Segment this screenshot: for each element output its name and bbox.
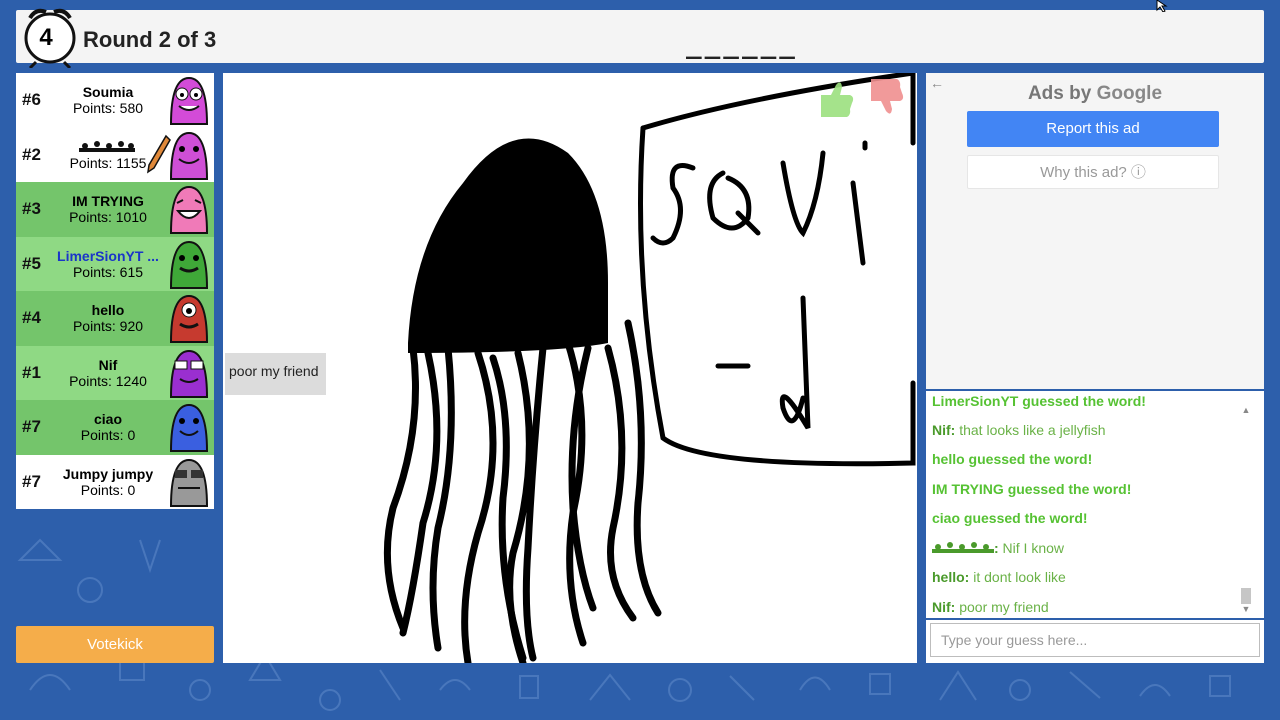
player-name: ciao <box>93 411 122 427</box>
ads-title-prefix: Ads by <box>1027 83 1097 104</box>
drawing-canvas[interactable] <box>223 70 917 667</box>
player-rank: #1 <box>22 362 41 382</box>
avatar <box>169 185 209 234</box>
player-row[interactable]: #1 Nif Points: 1240 <box>16 345 214 400</box>
scroll-down-icon[interactable]: ▼ <box>1240 604 1252 614</box>
ads-title: Ads by Google <box>926 83 1264 105</box>
avatar <box>169 240 209 289</box>
player-list: #6 Soumia Points: 580 #2 Points: 1155 #3… <box>16 73 214 509</box>
mouse-cursor-icon <box>1156 0 1168 12</box>
player-rank: #7 <box>22 471 41 491</box>
player-name: Jumpy jumpy <box>62 465 154 482</box>
speech-bubble: poor my friend <box>225 353 326 395</box>
avatar <box>169 294 209 343</box>
player-row[interactable]: #4 hello Points: 920 <box>16 291 214 346</box>
chat-message: Nif: that looks like a jellyfish <box>932 422 1106 444</box>
round-indicator: Round 2 of 3 <box>83 27 217 52</box>
player-name: hello <box>91 302 125 318</box>
ad-panel: ← Ads by Google Report this ad Why this … <box>926 73 1264 389</box>
scroll-up-icon[interactable]: ▲ <box>1240 405 1252 415</box>
chat-text: Nif I know <box>998 540 1065 556</box>
chat-text: that looks like a jellyfish <box>955 422 1106 438</box>
player-points: Points: 0 <box>80 481 136 498</box>
player-rank: #4 <box>22 308 41 327</box>
player-name-glyphs <box>79 140 135 152</box>
report-ad-button[interactable]: Report this ad <box>967 111 1219 147</box>
chat-text: it dont look like <box>969 569 1066 585</box>
player-points: Points: 615 <box>72 263 144 280</box>
chat-author: Nif: <box>932 422 956 438</box>
avatar <box>169 131 209 180</box>
ads-title-brand: Google <box>1096 83 1163 104</box>
word-hint: ______ <box>686 30 798 60</box>
player-row[interactable]: #6 Soumia Points: 580 <box>16 73 214 128</box>
player-rank: #5 <box>22 253 41 273</box>
player-points: Points: 920 <box>72 318 144 334</box>
player-row[interactable]: #7 ciao Points: 0 <box>16 400 214 455</box>
chat-message: hello guessed the word! <box>932 451 1093 467</box>
player-rank: #2 <box>22 144 41 164</box>
player-points: Points: 580 <box>72 100 144 116</box>
guess-input-container <box>926 620 1264 663</box>
chat-message: : Nif I know <box>932 540 1064 562</box>
player-points: Points: 0 <box>80 427 136 443</box>
player-row[interactable]: #7 Jumpy jumpy Points: 0 <box>16 454 214 509</box>
player-points: Points: 1010 <box>69 209 147 225</box>
timer-value: 4 <box>39 24 53 51</box>
avatar <box>169 76 209 125</box>
player-row[interactable]: #5 LimerSionYT ... Points: 615 <box>16 236 214 291</box>
player-rank: #3 <box>22 199 41 218</box>
chat-message: IM TRYING guessed the word! <box>932 481 1132 497</box>
chat-message: ciao guessed the word! <box>932 510 1088 526</box>
votekick-button[interactable]: Votekick <box>16 626 214 663</box>
player-points: Points: 1240 <box>69 372 147 389</box>
chat-text: poor my friend <box>955 599 1049 615</box>
guess-input[interactable] <box>930 623 1260 657</box>
player-name: Soumia <box>82 84 134 100</box>
author-glyphs <box>932 542 994 553</box>
player-rank: #6 <box>22 90 41 109</box>
chat-author: Nif: <box>932 599 956 615</box>
chat-message: hello: it dont look like <box>932 569 1066 591</box>
player-name: IM TRYING <box>72 193 144 209</box>
player-points: Points: 1155 <box>69 154 147 171</box>
avatar <box>169 458 209 507</box>
chat-author: hello: <box>932 569 970 585</box>
avatar <box>169 349 209 398</box>
why-this-ad-button[interactable]: Why this ad? ⓘ <box>967 155 1219 189</box>
avatar <box>169 403 209 452</box>
chat-panel: LimerSionYT guessed the word! Nif: that … <box>926 391 1264 618</box>
chat-message: LimerSionYT guessed the word! <box>932 393 1146 409</box>
player-rank: #7 <box>22 417 41 436</box>
top-bar: 4 Round 2 of 3 ______ <box>16 8 1264 68</box>
player-name: LimerSionYT ... <box>57 247 159 264</box>
player-name: Nif <box>98 356 118 373</box>
drawing <box>383 70 916 667</box>
player-row[interactable]: #3 IM TRYING Points: 1010 <box>16 182 214 237</box>
chat-scrollbar[interactable]: ▲ ▼ <box>1240 399 1252 617</box>
player-row[interactable]: #2 Points: 1155 <box>16 127 214 182</box>
chat-message: Nif: poor my friend <box>932 599 1049 618</box>
scroll-thumb[interactable] <box>1241 588 1251 604</box>
